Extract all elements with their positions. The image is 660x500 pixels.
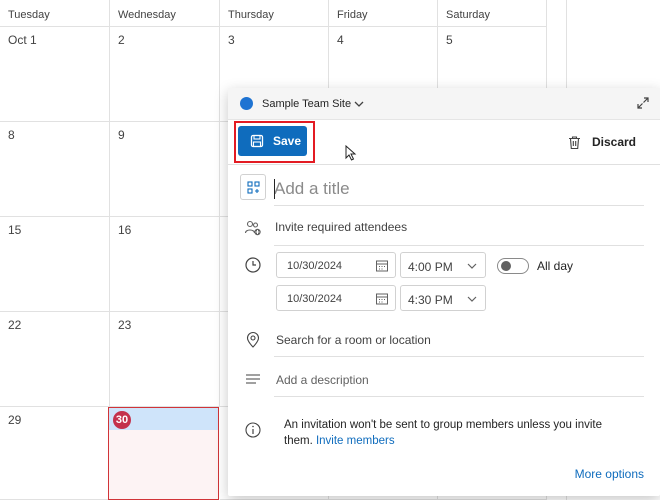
day-cell[interactable]: Oct 1 [0,27,110,122]
location-input[interactable]: Search for a room or location [276,333,431,347]
discard-label: Discard [591,135,636,149]
end-time-field[interactable]: 4:30 PM [400,285,486,311]
invite-members-link[interactable]: Invite members [316,435,395,447]
description-divider [274,396,644,397]
day-number: 9 [118,128,125,142]
day-cell[interactable]: 23 [110,312,220,407]
day-number: Oct 1 [8,33,37,47]
text-caret [274,179,275,199]
text-lines-icon [246,374,260,384]
calendar-name: Sample Team Site [262,98,352,110]
day-cell[interactable]: 16 [110,217,220,312]
day-cell[interactable]: 15 [0,217,110,312]
day-header: Friday [329,0,438,27]
day-number: 4 [337,33,344,47]
people-add-icon [244,220,261,236]
day-header-row: Tuesday Wednesday Thursday Friday Saturd… [0,0,547,27]
end-date-value: 10/30/2024 [287,293,343,305]
toggle-knob [501,261,511,271]
info-icon [245,422,261,438]
discard-button[interactable]: Discard [568,135,636,153]
day-cell[interactable]: 9 [110,122,220,217]
day-cell[interactable]: 2 [110,27,220,122]
title-input[interactable]: Add a title [274,179,350,199]
day-number: 22 [8,318,22,332]
calendar-app: Tuesday Wednesday Thursday Friday Saturd… [0,0,660,500]
day-number: 16 [118,223,132,237]
day-cell[interactable]: 29 [0,407,110,500]
end-time-value: 4:30 PM [408,293,453,307]
calendar-selector[interactable]: Sample Team Site [228,88,660,120]
day-number: 2 [118,33,125,47]
description-input[interactable]: Add a description [276,373,369,387]
location-pin-icon [246,332,260,348]
chevron-down-icon[interactable] [465,259,479,273]
new-event-popup: Sample Team Site Save Discard Add a titl… [228,88,660,496]
end-date-field[interactable]: 10/30/2024 [276,285,396,311]
today-badge: 30 [113,411,131,429]
attendees-input[interactable]: Invite required attendees [275,220,407,234]
trash-icon [568,136,580,150]
day-number: 5 [446,33,453,47]
event-icon-picker[interactable] [240,174,266,200]
start-time-field[interactable]: 4:00 PM [400,252,486,278]
location-divider [274,356,644,357]
day-cell[interactable]: 22 [0,312,110,407]
calendar-icon[interactable] [375,259,389,273]
expand-icon[interactable] [636,96,650,110]
day-number: 15 [8,223,22,237]
calendar-icon[interactable] [375,292,389,306]
attendees-divider [274,245,644,246]
today-cell[interactable]: 30 [108,407,219,500]
toolbar-divider [228,164,660,165]
all-day-label: All day [537,259,574,273]
clock-icon [245,257,261,273]
day-number: 8 [8,128,15,142]
all-day-toggle[interactable] [497,258,529,274]
save-button[interactable]: Save [238,126,307,156]
start-date-value: 10/30/2024 [287,260,343,272]
day-header: Wednesday [110,0,220,27]
invitation-notice: An invitation won't be sent to group mem… [284,417,630,449]
save-icon [250,134,264,148]
mouse-cursor-icon [345,145,357,161]
start-date-field[interactable]: 10/30/2024 [276,252,396,278]
day-header: Thursday [220,0,329,27]
start-time-value: 4:00 PM [408,260,453,274]
more-options-link[interactable]: More options [575,467,644,481]
chevron-down-icon[interactable] [352,97,366,111]
grid-icon [247,181,260,194]
day-number: 3 [228,33,235,47]
day-number: 29 [8,413,22,427]
day-header: Tuesday [0,0,110,27]
chevron-down-icon[interactable] [465,292,479,306]
title-divider [274,205,644,206]
day-header: Saturday [438,0,547,27]
day-cell[interactable]: 8 [0,122,110,217]
day-number: 23 [118,318,132,332]
save-label: Save [273,134,302,148]
calendar-color-dot [240,97,253,110]
